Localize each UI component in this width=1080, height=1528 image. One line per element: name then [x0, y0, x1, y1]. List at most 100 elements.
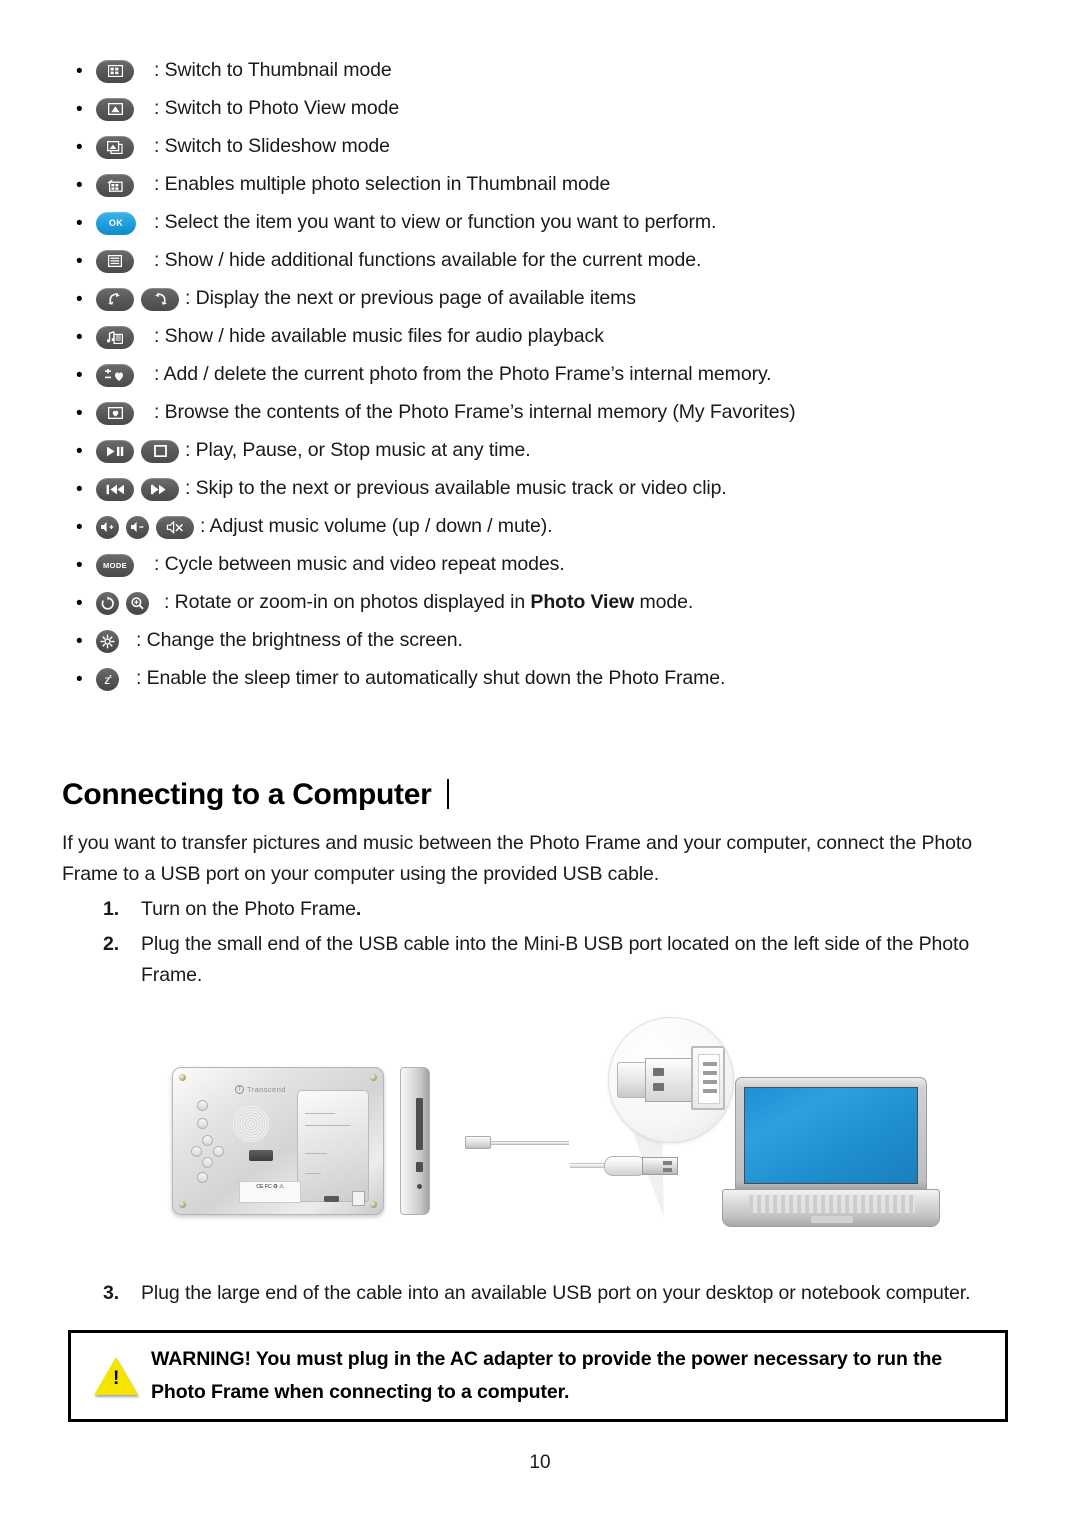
mute-icon [156, 515, 194, 539]
volume-up-icon [96, 515, 119, 539]
numbered-steps: 1. Turn on the Photo Frame. 2. Plug the … [103, 894, 1021, 995]
dpad-right-button [213, 1146, 224, 1157]
icon-group [96, 629, 130, 653]
icon-group: OK [96, 211, 148, 235]
icon-group [96, 135, 148, 159]
list-item-label: : Change the brightness of the screen. [136, 629, 463, 652]
screw-icon [370, 1074, 377, 1081]
dpad-down-button [202, 1157, 213, 1168]
mini-b-plug [465, 1136, 491, 1149]
list-item: • : Add / delete the current photo from … [62, 356, 1022, 394]
rear-button [197, 1118, 208, 1129]
dpad-left-button [191, 1146, 202, 1157]
list-item-label: : Display the next or previous page of a… [185, 287, 636, 310]
list-item: • : Show / hide additional functions ava… [62, 242, 1022, 280]
section-paragraph: If you want to transfer pictures and mus… [62, 832, 972, 885]
icon-group [96, 173, 148, 197]
warning-triangle-icon [94, 1357, 138, 1395]
section-heading: Connecting to a Computer [62, 778, 450, 812]
step-item: 2. Plug the small end of the USB cable i… [103, 929, 1021, 991]
icon-group [96, 363, 148, 387]
port-inner [698, 1054, 720, 1104]
list-item: • : Rotate or zoom-in on photos displaye… [62, 584, 1022, 622]
usb-a-port-closeup [691, 1046, 725, 1110]
list-item-label: : Rotate or zoom-in on photos displayed … [164, 592, 693, 613]
slideshow-mode-icon [96, 135, 134, 159]
speaker-grille [233, 1106, 269, 1142]
favorite-add-delete-icon [96, 363, 134, 387]
photo-view-bold: Photo View [530, 591, 635, 614]
zoom-in-icon [126, 591, 149, 615]
bullet-marker: • [76, 212, 83, 234]
list-item: • : Play, Pause, or Stop music at any ti… [62, 432, 1022, 470]
warning-text: WARNING! You must plug in the AC adapter… [143, 1343, 987, 1409]
list-item-label: : Cycle between music and video repeat m… [154, 553, 565, 576]
screw-icon [179, 1201, 186, 1208]
list-item: • : Switch to Slideshow mode [62, 128, 1022, 166]
thumbnail-mode-icon [96, 59, 134, 83]
step-number: 1. [103, 898, 120, 920]
transcend-logo: T Transcend [235, 1085, 286, 1094]
rear-button [197, 1100, 208, 1111]
mini-b-usb-port [324, 1196, 339, 1202]
laptop-base [722, 1189, 940, 1227]
usb-a-cable-end [570, 1153, 680, 1179]
multi-select-icon [96, 173, 134, 197]
bullet-marker: • [76, 478, 83, 500]
list-item-label: : Enable the sleep timer to automaticall… [136, 667, 726, 690]
icon-group [96, 287, 179, 311]
list-item: • OK : Select the item you want to view … [62, 204, 1022, 242]
screw-icon [370, 1201, 377, 1208]
list-item-label: : Skip to the next or previous available… [185, 477, 727, 500]
section-heading-text: Connecting to a Computer [62, 778, 432, 811]
cable-wire [491, 1141, 569, 1145]
bullet-marker: • [76, 326, 83, 348]
list-item: • : Show / hide available music files fo… [62, 318, 1022, 356]
step-number: 3. [103, 1282, 120, 1304]
warning-box: WARNING! You must plug in the AC adapter… [68, 1330, 1008, 1422]
bullet-marker: • [76, 440, 83, 462]
warning-line-1: WARNING! You must plug in the AC adapter… [151, 1348, 943, 1370]
laptop-screen [744, 1087, 918, 1184]
list-item: • Zz : Enable the sleep timer to automat… [62, 660, 1022, 698]
icon-group [96, 59, 148, 83]
document-page: • : Switch to Thumbnail mode • : Switch … [0, 0, 1080, 1528]
button-function-list: • : Switch to Thumbnail mode • : Switch … [62, 52, 1022, 698]
brightness-icon [96, 629, 119, 653]
list-item: • : Change the brightness of the screen. [62, 622, 1022, 660]
rotate-zoom-text-pre: : Rotate or zoom-in on photos displayed … [164, 591, 531, 614]
next-track-icon [141, 477, 179, 501]
step-text-bold: . [355, 898, 362, 920]
icon-group [96, 477, 179, 501]
list-item-label: : Switch to Thumbnail mode [154, 59, 392, 82]
bullet-marker: • [76, 174, 83, 196]
cable-wire [570, 1163, 608, 1168]
rear-button-column [197, 1100, 208, 1129]
bullet-marker: • [76, 668, 83, 690]
dpad-control [191, 1135, 224, 1168]
photo-view-mode-icon [96, 97, 134, 121]
usb-connection-illustration: T Transcend CE FC ♻ ⚠ [150, 1005, 940, 1260]
page-number: 10 [529, 1452, 551, 1473]
mode-button-icon: MODE [96, 553, 134, 577]
step-text-pre: Turn on the Photo Frame [141, 898, 356, 920]
plug-grip [604, 1156, 646, 1176]
step-item: 1. Turn on the Photo Frame. [103, 894, 1021, 925]
bullet-marker: • [76, 250, 83, 272]
regulatory-label: CE FC ♻ ⚠ [239, 1181, 301, 1203]
warning-line-2: Photo Frame when connecting to a compute… [151, 1381, 570, 1403]
my-favorites-browse-icon [96, 401, 134, 425]
bullet-marker: • [76, 136, 83, 158]
plug-metal-shell [642, 1157, 678, 1175]
icon-group: Zz [96, 667, 130, 691]
laptop-computer [722, 1077, 940, 1229]
list-item: • : Adjust music volume (up / down / mut… [62, 508, 1022, 546]
rotate-zoom-text-post: mode. [634, 591, 694, 614]
previous-track-icon [96, 477, 134, 501]
list-item-label: : Add / delete the current photo from th… [154, 363, 772, 386]
list-item-label: : Enables multiple photo selection in Th… [154, 173, 611, 196]
power-jack [417, 1184, 422, 1189]
transcend-logo-text: Transcend [247, 1085, 286, 1094]
step-text: Plug the large end of the cable into an … [141, 1282, 971, 1304]
stand-mount [249, 1150, 273, 1161]
